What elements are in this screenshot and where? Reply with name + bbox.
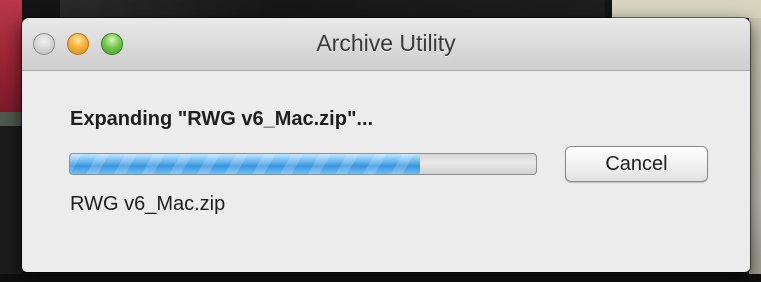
background-window-top-right xyxy=(612,0,761,18)
file-name-label: RWG v6_Mac.zip xyxy=(70,193,226,215)
title-bar[interactable]: Archive Utility xyxy=(22,18,750,71)
background-window-edge xyxy=(0,112,22,126)
background-window-red xyxy=(0,0,22,112)
window-title: Archive Utility xyxy=(316,30,456,56)
background-desktop-left xyxy=(0,126,22,276)
background-desktop-bottom xyxy=(0,274,761,282)
cancel-button[interactable]: Cancel xyxy=(565,146,708,182)
archive-utility-window: Archive Utility Expanding "RWG v6_Mac.zi… xyxy=(22,18,750,272)
dialog-content: Expanding "RWG v6_Mac.zip"... Cancel RWG… xyxy=(22,71,750,272)
background-window-right xyxy=(749,18,761,282)
progress-bar-fill xyxy=(70,154,420,174)
expanding-status-text: Expanding "RWG v6_Mac.zip"... xyxy=(70,108,374,130)
progress-bar xyxy=(69,153,537,175)
background-desktop-top xyxy=(60,0,605,18)
